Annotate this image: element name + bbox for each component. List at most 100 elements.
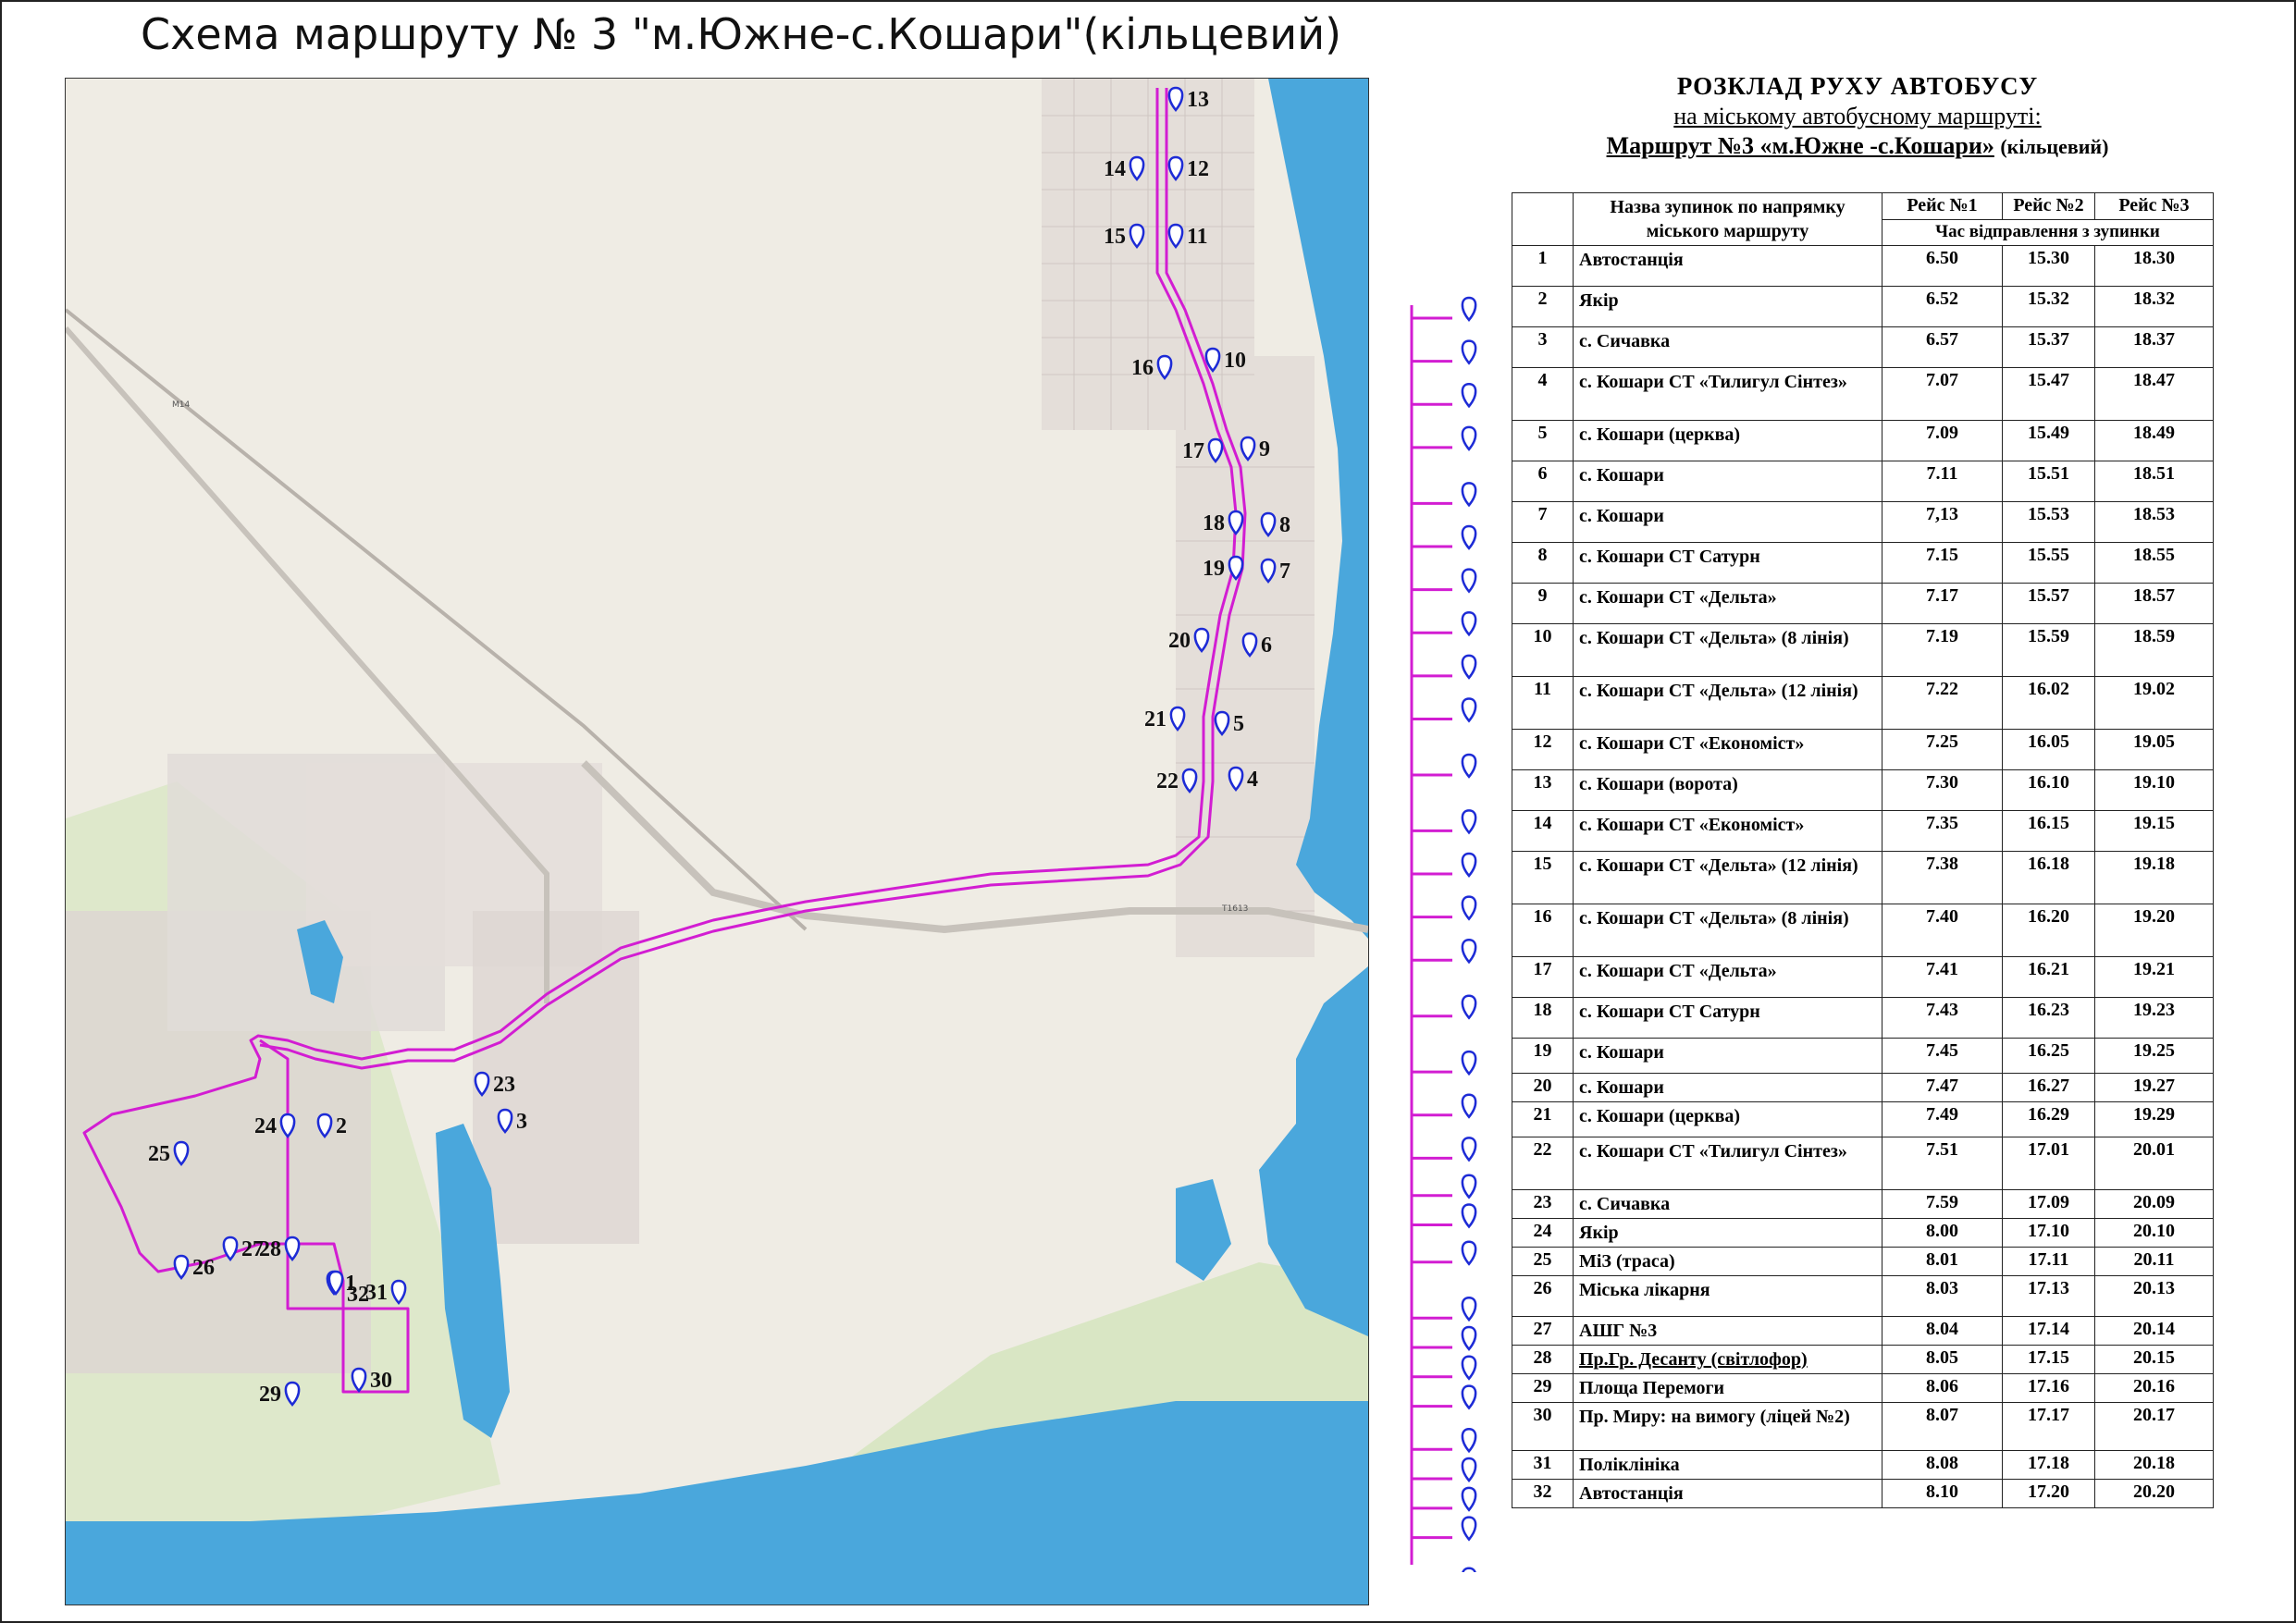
stop-marker-29[interactable]: 29: [259, 1381, 301, 1407]
stop-number-label: 30: [370, 1369, 392, 1393]
stop-marker-19[interactable]: 19: [1203, 555, 1244, 581]
schedule-subtitle: на міському автобусному маршруті:: [1673, 103, 2042, 129]
stop-number-label: 17: [1182, 439, 1204, 463]
stop-marker-23[interactable]: 23: [474, 1071, 515, 1097]
stop-marker-21[interactable]: 21: [1144, 706, 1186, 732]
trip1-time: 7.51: [1882, 1137, 2003, 1190]
trip3-time: 18.47: [2094, 367, 2214, 421]
trip1-time: 7.30: [1882, 769, 2003, 811]
stop-marker-25[interactable]: 25: [148, 1140, 190, 1166]
stop-marker-24[interactable]: 24: [254, 1113, 296, 1138]
stop-number-label: 14: [1104, 157, 1126, 181]
trip2-time: 17.01: [2002, 1137, 2095, 1190]
ladder-stop: [1412, 425, 1477, 451]
stop-marker-14[interactable]: 14: [1104, 155, 1145, 181]
stop-marker-15[interactable]: 15: [1104, 223, 1145, 249]
map-pin-icon: [1461, 809, 1477, 835]
stop-number-label: 24: [254, 1114, 277, 1138]
trip2-time: 16.10: [2002, 769, 2095, 811]
stop-name: с. Кошари СТ «Тилигул Сінтез»: [1573, 1137, 1882, 1190]
stop-marker-26[interactable]: 26: [173, 1254, 215, 1280]
stop-name: Якір: [1573, 1218, 1882, 1248]
stop-name: Якір: [1573, 286, 1882, 327]
schedule-row: 17 с. Кошари СТ «Дельта» 7.41 16.21 19.21: [1512, 956, 2214, 998]
trip2-time: 17.17: [2002, 1402, 2095, 1451]
ladder-stop: [1412, 1050, 1477, 1076]
ladder-stop: [1412, 568, 1477, 594]
stop-marker-22[interactable]: 22: [1156, 768, 1198, 793]
road-number-label: Т1613: [1221, 904, 1248, 914]
ladder-stop: [1412, 1203, 1477, 1229]
map-pin-icon: [1461, 1325, 1477, 1351]
trip1-time: 8.01: [1882, 1247, 2003, 1276]
trip2-time: 16.23: [2002, 997, 2095, 1039]
stop-number: 9: [1512, 583, 1574, 624]
trip3-time: 19.27: [2094, 1073, 2214, 1102]
trip2-time: 16.20: [2002, 904, 2095, 957]
stop-marker-28[interactable]: 28: [259, 1236, 301, 1261]
stop-marker-20[interactable]: 20: [1168, 627, 1210, 653]
trip3-time: 20.17: [2094, 1402, 2214, 1451]
trip2-time: 17.18: [2002, 1450, 2095, 1480]
ladder-stop: [1412, 1486, 1477, 1512]
stop-number: 8: [1512, 542, 1574, 584]
trip1-time: 7.35: [1882, 810, 2003, 852]
route-map[interactable]: М14 Т1613 1 2 3 4 5 6 7 8 9 10 11 12 13 14 15 16 17 18 19 2…: [65, 78, 1369, 1605]
trip2-time: 15.30: [2002, 245, 2095, 287]
trip3-time: 19.02: [2094, 676, 2214, 730]
map-pin-icon: [1461, 895, 1477, 921]
schedule-row: 6 с. Кошари 7.11 15.51 18.51: [1512, 461, 2214, 502]
stop-number-label: 22: [1156, 769, 1179, 793]
trip2-time: 17.14: [2002, 1316, 2095, 1346]
ladder-stop: [1412, 482, 1477, 508]
ladder-stop: [1412, 1427, 1477, 1454]
stop-name: с. Кошари СТ «Дельта» (12 лінія): [1573, 851, 1882, 904]
schedule-row: 22 с. Кошари СТ «Тилигул Сінтез» 7.51 17.01…: [1512, 1137, 2214, 1190]
stop-marker-17[interactable]: 17: [1182, 437, 1224, 463]
stop-marker-10[interactable]: 10: [1204, 347, 1246, 373]
stop-marker-31[interactable]: 31: [365, 1279, 407, 1305]
stop-number: 17: [1512, 956, 1574, 998]
trip2-time: 15.37: [2002, 326, 2095, 368]
ladder-stop: [1412, 895, 1477, 921]
stop-number: 23: [1512, 1189, 1574, 1219]
stop-name: с. Кошари СТ «Дельта» (8 лінія): [1573, 623, 1882, 677]
stop-number: 28: [1512, 1345, 1574, 1374]
trip2-time: 15.59: [2002, 623, 2095, 677]
trip1-time: 8.04: [1882, 1316, 2003, 1346]
stop-name: Площа Перемоги: [1573, 1373, 1882, 1403]
map-pin-icon: [1461, 753, 1477, 779]
stop-name: Поліклініка: [1573, 1450, 1882, 1480]
ladder-stop: [1412, 339, 1477, 365]
trip1-time: 7.47: [1882, 1073, 2003, 1102]
trip3-time: 18.37: [2094, 326, 2214, 368]
trip3-time: 19.23: [2094, 997, 2214, 1039]
ladder-stop: [1412, 1174, 1477, 1199]
trip3-time: 18.55: [2094, 542, 2214, 584]
ladder-stop: [1412, 809, 1477, 835]
trip1-time: 7,13: [1882, 501, 2003, 543]
ladder-stop: [1412, 383, 1477, 409]
stop-marker-27[interactable]: 27: [222, 1236, 264, 1261]
schedule-row: 11 с. Кошари СТ «Дельта» (12 лінія) 7.22 16…: [1512, 676, 2214, 730]
ladder-stop: [1412, 1384, 1477, 1410]
stop-name: с. Кошари: [1573, 501, 1882, 543]
stop-marker-13[interactable]: 13: [1167, 86, 1209, 112]
trip2-time: 15.57: [2002, 583, 2095, 624]
stop-marker-30[interactable]: 30: [351, 1367, 392, 1393]
trip2-time: 15.47: [2002, 367, 2095, 421]
header-trip3: Рейс №3: [2094, 191, 2214, 221]
trip1-time: 7.07: [1882, 367, 2003, 421]
map-pin-icon: [1461, 1567, 1477, 1592]
map-pin-icon: [1461, 994, 1477, 1020]
stop-marker-11[interactable]: 11: [1167, 223, 1208, 249]
header-stop-name: Назва зупинок по напрямку міського маршр…: [1573, 192, 1882, 246]
stop-number-label: 3: [516, 1110, 527, 1134]
trip1-time: 8.06: [1882, 1373, 2003, 1403]
map-pin-icon: [1461, 296, 1477, 322]
stop-name: с. Кошари СТ «Економіст»: [1573, 729, 1882, 770]
stop-marker-16[interactable]: 16: [1131, 354, 1173, 380]
map-pin-icon: [1461, 339, 1477, 365]
stop-marker-18[interactable]: 18: [1203, 510, 1244, 535]
stop-marker-12[interactable]: 12: [1167, 155, 1209, 181]
